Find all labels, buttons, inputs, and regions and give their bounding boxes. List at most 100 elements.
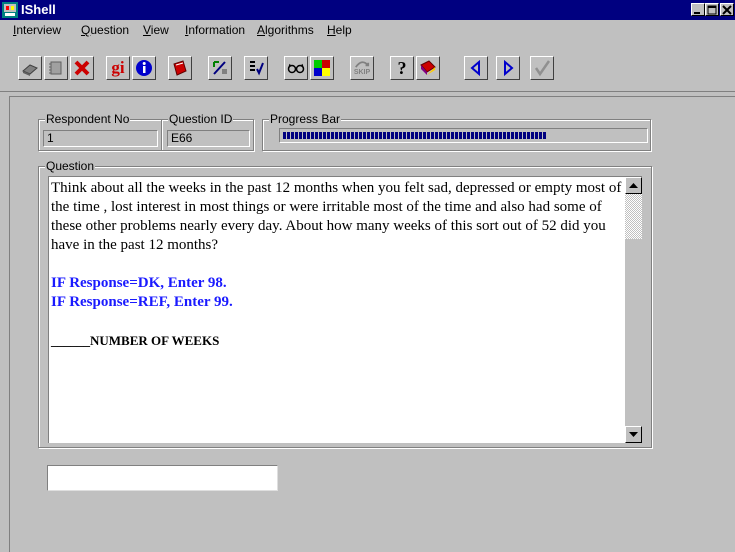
- progress-segment: [315, 132, 318, 139]
- menu-question[interactable]: Question: [81, 23, 129, 37]
- answer-caption-line: ______NUMBER OF WEEKS: [51, 331, 623, 350]
- progress-segment: [331, 132, 334, 139]
- progress-segment: [479, 132, 482, 139]
- progress-segment: [335, 132, 338, 139]
- skip-label: SKIP: [353, 68, 371, 76]
- answer-input[interactable]: [47, 465, 278, 491]
- progress-segment: [503, 132, 506, 139]
- gi-icon[interactable]: gi: [106, 56, 130, 80]
- progress-segment: [475, 132, 478, 139]
- scroll-track[interactable]: [625, 194, 642, 239]
- progress-segment: [407, 132, 410, 139]
- progress-segment: [303, 132, 306, 139]
- menu-help[interactable]: Help: [327, 23, 352, 37]
- progress-segment: [299, 132, 302, 139]
- accept-check-icon[interactable]: [530, 56, 554, 80]
- main-window: IShell Interview Question View Informati…: [0, 0, 735, 552]
- progress-segment: [463, 132, 466, 139]
- progress-segment: [483, 132, 486, 139]
- progress-segment: [495, 132, 498, 139]
- progress-segment: [423, 132, 426, 139]
- red-book-icon[interactable]: [168, 56, 192, 80]
- progress-segment: [451, 132, 454, 139]
- progress-segment: [395, 132, 398, 139]
- progress-segment: [419, 132, 422, 139]
- progress-segment: [371, 132, 374, 139]
- question-text-area[interactable]: Think about all the weeks in the past 12…: [48, 176, 642, 443]
- progress-bar: [279, 128, 648, 143]
- progress-segment: [411, 132, 414, 139]
- minimize-button[interactable]: [691, 3, 705, 16]
- gi-label: gi: [111, 58, 125, 77]
- progress-segment: [467, 132, 470, 139]
- question-id-value: E66: [171, 131, 193, 145]
- progress-segment: [471, 132, 474, 139]
- progress-segment: [295, 132, 298, 139]
- progress-segment: [527, 132, 530, 139]
- progress-segment: [387, 132, 390, 139]
- question-text: Think about all the weeks in the past 12…: [51, 180, 622, 253]
- app-icon[interactable]: [2, 2, 18, 18]
- progress-segment: [415, 132, 418, 139]
- close-button[interactable]: [720, 3, 734, 16]
- progress-segment: [363, 132, 366, 139]
- progress-segment: [459, 132, 462, 139]
- scroll-down-icon[interactable]: [625, 426, 642, 443]
- skip-icon[interactable]: SKIP: [350, 56, 374, 80]
- progress-segment: [343, 132, 346, 139]
- previous-icon[interactable]: [464, 56, 488, 80]
- progress-segment: [307, 132, 310, 139]
- help-icon[interactable]: ?: [390, 56, 414, 80]
- progress-segment: [287, 132, 290, 139]
- question-content: Think about all the weeks in the past 12…: [51, 179, 623, 350]
- book-gray-icon[interactable]: [18, 56, 42, 80]
- menu-information[interactable]: Information: [185, 23, 245, 37]
- respondent-value: 1: [47, 131, 54, 145]
- progress-segment: [339, 132, 342, 139]
- next-icon[interactable]: [496, 56, 520, 80]
- maximize-button[interactable]: [705, 3, 719, 16]
- progress-segment: [435, 132, 438, 139]
- edit-icon[interactable]: [208, 56, 232, 80]
- info-icon[interactable]: [132, 56, 156, 80]
- question-id-label: Question ID: [168, 112, 234, 126]
- progress-segment: [539, 132, 542, 139]
- help-label: ?: [397, 58, 407, 78]
- progress-segment: [455, 132, 458, 139]
- progress-segment: [535, 132, 538, 139]
- instruction-dk: IF Response=DK, Enter 98.: [51, 275, 227, 291]
- progress-segment: [327, 132, 330, 139]
- scroll-up-icon[interactable]: [625, 177, 642, 194]
- answer-blank: ______: [51, 333, 90, 348]
- progress-segment: [531, 132, 534, 139]
- progress-segment: [543, 132, 546, 139]
- progress-segment: [379, 132, 382, 139]
- checklist-icon[interactable]: [244, 56, 268, 80]
- title-bar[interactable]: IShell: [0, 0, 735, 20]
- progress-segment: [355, 132, 358, 139]
- guide-book-icon[interactable]: [416, 56, 440, 80]
- menu-algorithms[interactable]: Algorithms: [257, 23, 314, 37]
- delete-x-icon[interactable]: [70, 56, 94, 80]
- progress-segment: [507, 132, 510, 139]
- progress-segment: [383, 132, 386, 139]
- menu-view[interactable]: View: [143, 23, 169, 37]
- glasses-icon[interactable]: [284, 56, 308, 80]
- progress-segment: [491, 132, 494, 139]
- color-grid-icon[interactable]: [310, 56, 334, 80]
- progress-segment: [283, 132, 286, 139]
- vertical-scrollbar[interactable]: [625, 177, 642, 443]
- progress-segment: [515, 132, 518, 139]
- progress-segment: [367, 132, 370, 139]
- progress-segment: [311, 132, 314, 139]
- progress-fill: [283, 132, 546, 139]
- progress-segment: [519, 132, 522, 139]
- question-id-field: E66: [167, 130, 250, 147]
- progress-segment: [431, 132, 434, 139]
- progress-segment: [439, 132, 442, 139]
- progress-segment: [511, 132, 514, 139]
- progress-segment: [319, 132, 322, 139]
- notebook-gray-icon[interactable]: [44, 56, 68, 80]
- progress-segment: [323, 132, 326, 139]
- menu-interview[interactable]: Interview: [13, 23, 61, 37]
